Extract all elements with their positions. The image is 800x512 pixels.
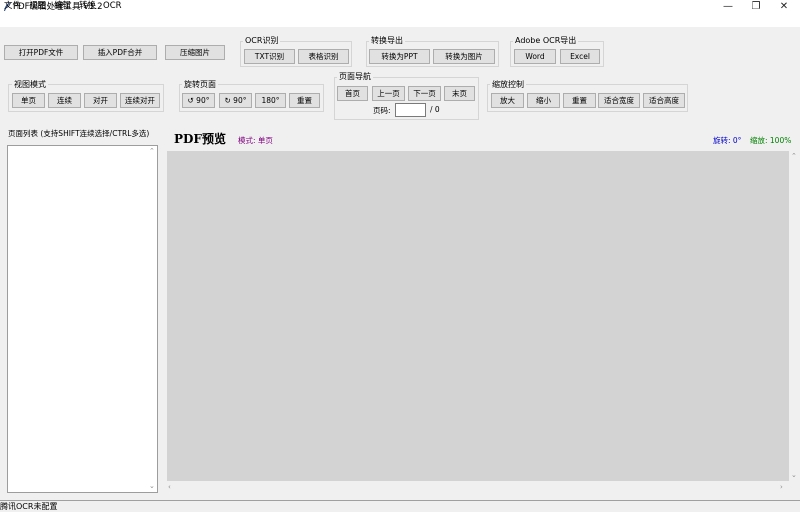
scroll-left-icon[interactable]: ‹ bbox=[168, 483, 171, 491]
mode-indicator: 模式: 单页 bbox=[238, 136, 273, 145]
view-facing-button[interactable]: 对开 bbox=[84, 93, 117, 108]
minimize-button[interactable]: — bbox=[717, 0, 739, 14]
scroll-right-icon[interactable]: › bbox=[780, 483, 783, 491]
page-list-label: 页面列表 (支持SHIFT连续选择/CTRL多选) bbox=[8, 129, 150, 138]
view-continuous-button[interactable]: 连续 bbox=[48, 93, 81, 108]
menu-ocr[interactable]: OCR bbox=[103, 1, 122, 12]
view-mode-label: 视图模式 bbox=[12, 80, 48, 89]
table-ocr-button[interactable]: 表格识别 bbox=[298, 49, 349, 64]
fit-height-button[interactable]: 适合高度 bbox=[643, 93, 685, 108]
zoom-indicator: 缩放: 100% bbox=[750, 136, 792, 145]
close-button[interactable]: ✕ bbox=[773, 0, 795, 14]
txt-ocr-button[interactable]: TXT识别 bbox=[244, 49, 295, 64]
preview-vertical-scrollbar[interactable]: ⌃ ⌄ bbox=[789, 151, 799, 481]
preview-title: PDF预览 bbox=[174, 132, 226, 146]
word-export-button[interactable]: Word bbox=[514, 49, 556, 64]
excel-export-button[interactable]: Excel bbox=[560, 49, 600, 64]
scroll-down-icon[interactable]: ⌄ bbox=[791, 471, 797, 479]
adobe-group-label: Adobe OCR导出 bbox=[513, 36, 579, 45]
first-page-button[interactable]: 首页 bbox=[337, 86, 368, 101]
rotate-180-button[interactable]: 180° bbox=[255, 93, 286, 108]
rotation-indicator: 旋转: 0° bbox=[713, 136, 742, 145]
rotate-ccw-button[interactable]: ↺ 90° bbox=[182, 93, 215, 108]
scroll-up-icon[interactable]: ⌃ bbox=[149, 147, 155, 155]
page-number-label: 页码: bbox=[373, 106, 391, 115]
menu-file[interactable]: 文件 bbox=[4, 1, 21, 12]
scroll-up-icon[interactable]: ⌃ bbox=[791, 152, 797, 160]
page-total-label: / 0 bbox=[430, 105, 440, 114]
status-bar bbox=[0, 500, 800, 512]
convert-ppt-button[interactable]: 转换为PPT bbox=[369, 49, 430, 64]
zoom-out-button[interactable]: 缩小 bbox=[527, 93, 560, 108]
nav-group-label: 页面导航 bbox=[337, 72, 373, 81]
prev-page-button[interactable]: 上一页 bbox=[372, 86, 405, 101]
open-pdf-button[interactable]: 打开PDF文件 bbox=[4, 45, 78, 60]
page-list[interactable] bbox=[7, 145, 158, 493]
preview-horizontal-scrollbar[interactable]: ‹ › bbox=[167, 481, 789, 493]
page-list-scrollbar[interactable]: ⌃ ⌄ bbox=[148, 146, 157, 492]
menu-convert[interactable]: 转换 bbox=[79, 1, 96, 12]
view-continuous-facing-button[interactable]: 连续对开 bbox=[120, 93, 160, 108]
menu-view[interactable]: 视图 bbox=[29, 1, 46, 12]
zoom-in-button[interactable]: 放大 bbox=[491, 93, 524, 108]
fit-width-button[interactable]: 适合宽度 bbox=[598, 93, 640, 108]
ocr-group-label: OCR识别 bbox=[243, 36, 281, 45]
compress-images-button[interactable]: 压缩图片 bbox=[165, 45, 225, 60]
rotate-group-label: 旋转页面 bbox=[182, 80, 218, 89]
rotate-reset-button[interactable]: 重置 bbox=[289, 93, 320, 108]
scroll-down-icon[interactable]: ⌄ bbox=[149, 482, 155, 490]
convert-image-button[interactable]: 转换为图片 bbox=[433, 49, 495, 64]
page-number-input[interactable] bbox=[395, 103, 426, 117]
convert-group-label: 转换导出 bbox=[369, 36, 405, 45]
zoom-reset-button[interactable]: 重置 bbox=[563, 93, 596, 108]
status-text: 腾讯OCR未配置 bbox=[0, 502, 58, 511]
zoom-group-label: 缩放控制 bbox=[490, 80, 526, 89]
restore-button[interactable]: ❐ bbox=[745, 0, 767, 14]
next-page-button[interactable]: 下一页 bbox=[408, 86, 441, 101]
rotate-cw-button[interactable]: ↻ 90° bbox=[219, 93, 252, 108]
insert-merge-button[interactable]: 插入PDF合并 bbox=[83, 45, 157, 60]
last-page-button[interactable]: 末页 bbox=[444, 86, 475, 101]
menu-bar bbox=[0, 14, 800, 27]
menu-edit[interactable]: 编辑 bbox=[54, 1, 71, 12]
preview-canvas[interactable] bbox=[167, 151, 789, 481]
view-single-button[interactable]: 单页 bbox=[12, 93, 45, 108]
